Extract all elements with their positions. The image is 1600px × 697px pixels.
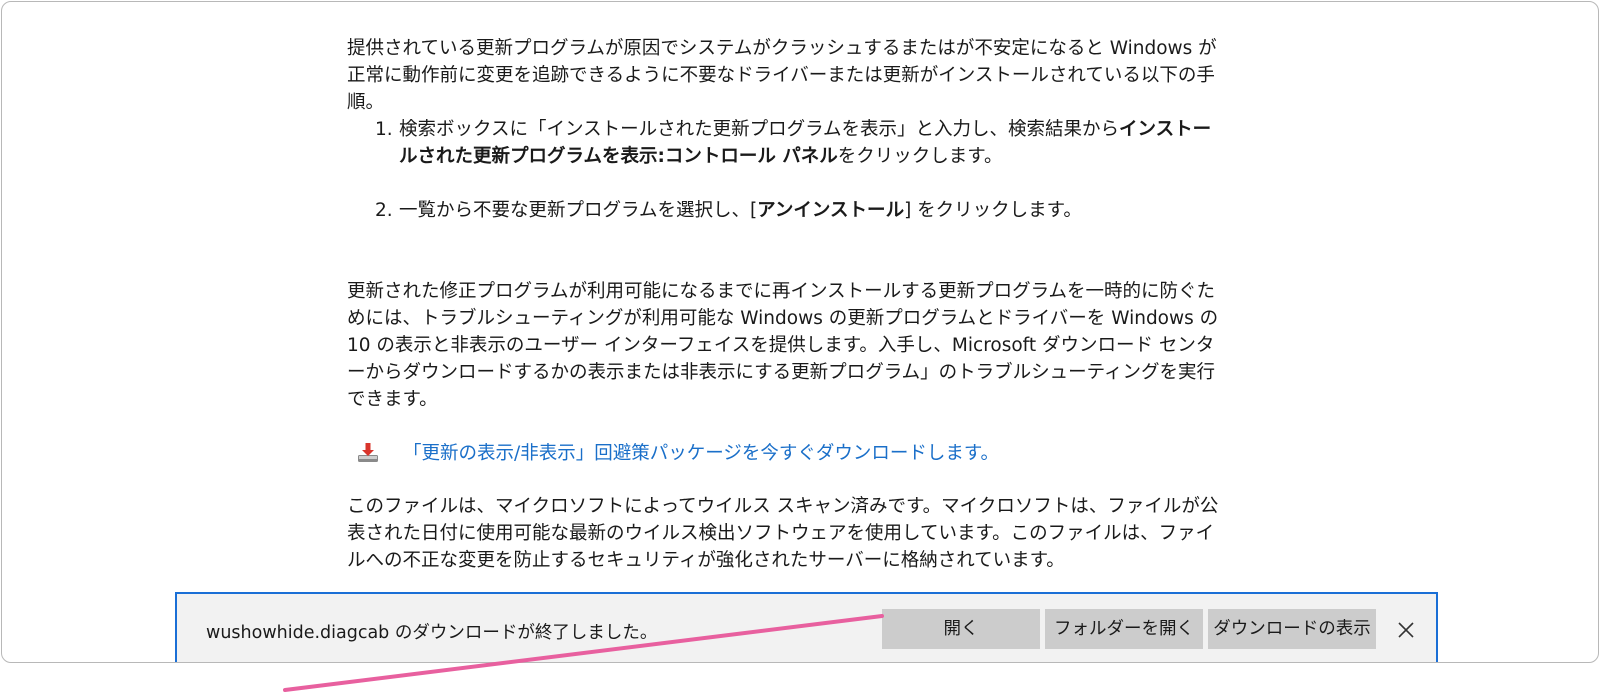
browser-content: 提供されている更新プログラムが原因でシステムがクラッシュするまたはが不安定になる… — [1, 1, 1599, 663]
step-text: 検索ボックスに「インストールされた更新プログラムを表示」と入力し、検索結果から — [399, 119, 1120, 140]
steps-list: 1. 検索ボックスに「インストールされた更新プログラムを表示」と入力し、検索結果… — [347, 116, 1227, 224]
workaround-paragraph: 更新された修正プログラムが利用可能になるまでに再インストールする更新プログラムを… — [347, 281, 1219, 410]
article-body: 提供されている更新プログラムが原因でシステムがクラッシュするまたはが不安定になる… — [347, 35, 1227, 574]
open-folder-button[interactable]: フォルダーを開く — [1045, 609, 1203, 649]
download-icon — [356, 441, 380, 465]
step-text: 一覧から不要な更新プログラムを選択し、[ — [399, 200, 758, 221]
virus-scan-paragraph: このファイルは、マイクロソフトによってウイルス スキャン済みです。マイクロソフト… — [347, 496, 1219, 571]
step-1: 1. 検索ボックスに「インストールされた更新プログラムを表示」と入力し、検索結果… — [347, 116, 1227, 170]
download-complete-message: wushowhide.diagcab のダウンロードが終了しました。 — [206, 623, 658, 643]
view-downloads-button[interactable]: ダウンロードの表示 — [1208, 609, 1376, 649]
intro-paragraph: 提供されている更新プログラムが原因でシステムがクラッシュするまたはが不安定になる… — [347, 38, 1217, 113]
download-package-link[interactable]: 「更新の表示/非表示」回避策パッケージを今すぐダウンロードします。 — [403, 440, 999, 467]
download-link-row: 「更新の表示/非表示」回避策パッケージを今すぐダウンロードします。 — [347, 438, 1227, 468]
download-notification-bar: wushowhide.diagcab のダウンロードが終了しました。 開く フォ… — [175, 592, 1438, 662]
step-text-after: ] をクリックします。 — [904, 200, 1082, 221]
step-bold: アンインストール — [757, 200, 905, 221]
step-number: 2. — [375, 200, 393, 221]
close-icon[interactable] — [1395, 619, 1417, 641]
open-button[interactable]: 開く — [882, 609, 1040, 649]
step-number: 1. — [375, 119, 393, 140]
step-text-after: をクリックします。 — [837, 146, 1003, 167]
step-2: 2. 一覧から不要な更新プログラムを選択し、[アンインストール] をクリックしま… — [347, 197, 1227, 224]
